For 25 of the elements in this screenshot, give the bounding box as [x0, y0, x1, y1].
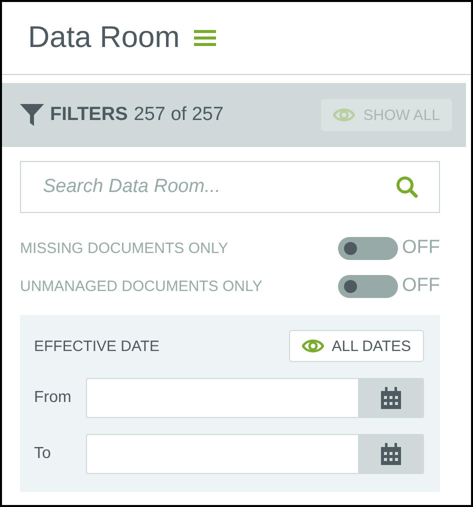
toggle-label: MISSING DOCUMENTS ONLY: [20, 240, 230, 256]
calendar-button[interactable]: [358, 434, 424, 474]
search-field[interactable]: Search Data Room...: [20, 161, 440, 213]
toggle-switch[interactable]: [338, 236, 398, 260]
date-label: To: [34, 445, 52, 463]
filter-icon: [20, 104, 44, 126]
date-label: From: [34, 389, 72, 407]
date-field[interactable]: [86, 434, 358, 474]
toggle-state: OFF: [401, 275, 440, 297]
search-icon[interactable]: [396, 176, 418, 198]
eye-icon: [333, 107, 356, 123]
calendar-icon: [381, 387, 401, 409]
date-field[interactable]: [86, 378, 358, 418]
eye-icon: [302, 338, 324, 354]
result-count: 257 of 257: [134, 104, 225, 126]
toggle-switch[interactable]: [338, 274, 398, 298]
calendar-button[interactable]: [358, 378, 424, 418]
page-title: Data Room: [28, 21, 180, 55]
toggle-state: OFF: [401, 237, 440, 259]
menu-icon[interactable]: [194, 29, 216, 47]
calendar-icon: [381, 443, 401, 465]
filters-label: FILTERS: [50, 104, 128, 126]
toggle-label: UNMANAGED DOCUMENTS ONLY: [20, 278, 264, 294]
section-label: EFFECTIVE DATE: [34, 338, 160, 354]
all-dates-button[interactable]: ALL DATES: [288, 330, 424, 362]
